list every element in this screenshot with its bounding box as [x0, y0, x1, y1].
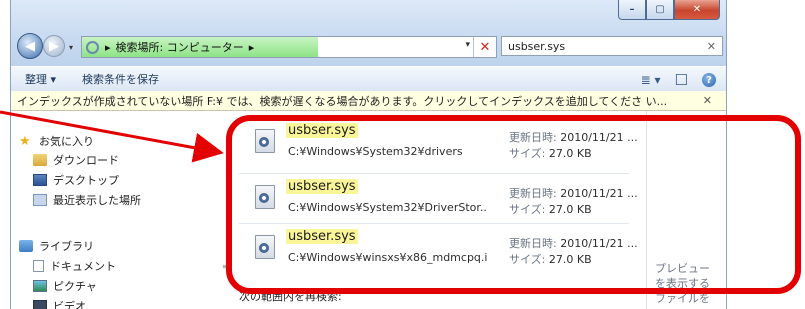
annotation-arrow	[0, 110, 224, 163]
annotation-arrow-line	[0, 110, 224, 163]
